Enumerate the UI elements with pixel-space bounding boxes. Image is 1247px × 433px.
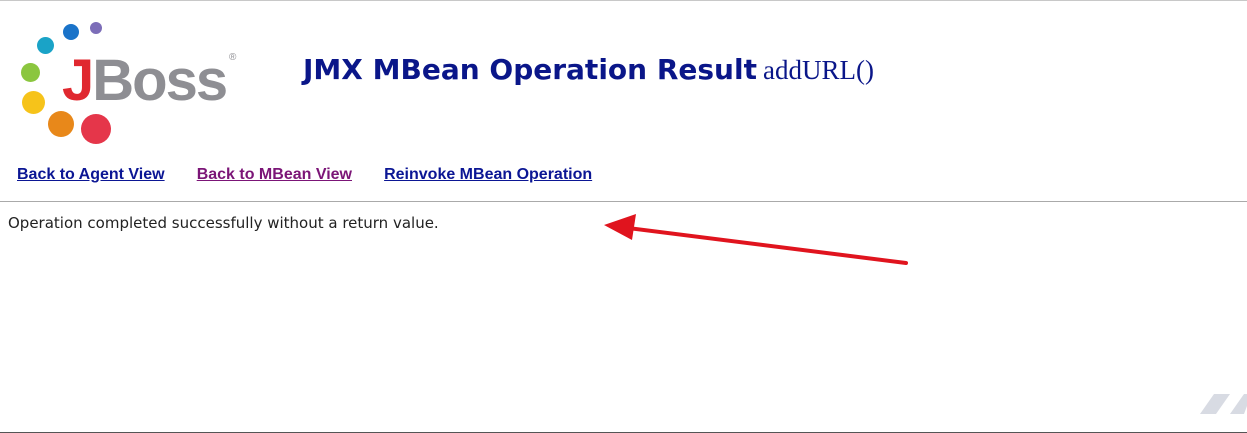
logo-dot-purple — [90, 22, 102, 34]
logo-dot-teal — [37, 37, 54, 54]
registered-mark: ® — [229, 52, 237, 63]
page-title: JMX MBean Operation Result addURL() — [303, 53, 874, 86]
top-border — [0, 0, 1247, 1]
nav-links: Back to Agent View Back to MBean View Re… — [17, 164, 619, 184]
reinvoke-mbean-operation-link[interactable]: Reinvoke MBean Operation — [384, 166, 592, 183]
logo-wordmark: JBoss — [62, 48, 228, 113]
annotation-arrow-icon — [604, 214, 908, 265]
operation-result-message: Operation completed successfully without… — [8, 214, 439, 232]
logo-dot-red — [81, 114, 111, 144]
logo-dot-orange — [48, 111, 74, 137]
page-title-text: JMX MBean Operation Result — [303, 53, 757, 86]
back-to-agent-view-link[interactable]: Back to Agent View — [17, 166, 165, 183]
logo-dot-yellow — [22, 91, 45, 114]
header-divider — [0, 201, 1247, 202]
operation-name: addURL() — [762, 55, 874, 85]
back-to-mbean-view-link[interactable]: Back to MBean View — [197, 166, 352, 183]
corner-logo-icon — [1200, 394, 1247, 414]
logo-dot-blue — [63, 24, 79, 40]
annotation-arrow-head — [604, 214, 636, 240]
annotation-arrow-shaft — [626, 226, 908, 265]
logo-dot-green — [21, 63, 40, 82]
jboss-logo: JBoss ® — [18, 18, 248, 148]
